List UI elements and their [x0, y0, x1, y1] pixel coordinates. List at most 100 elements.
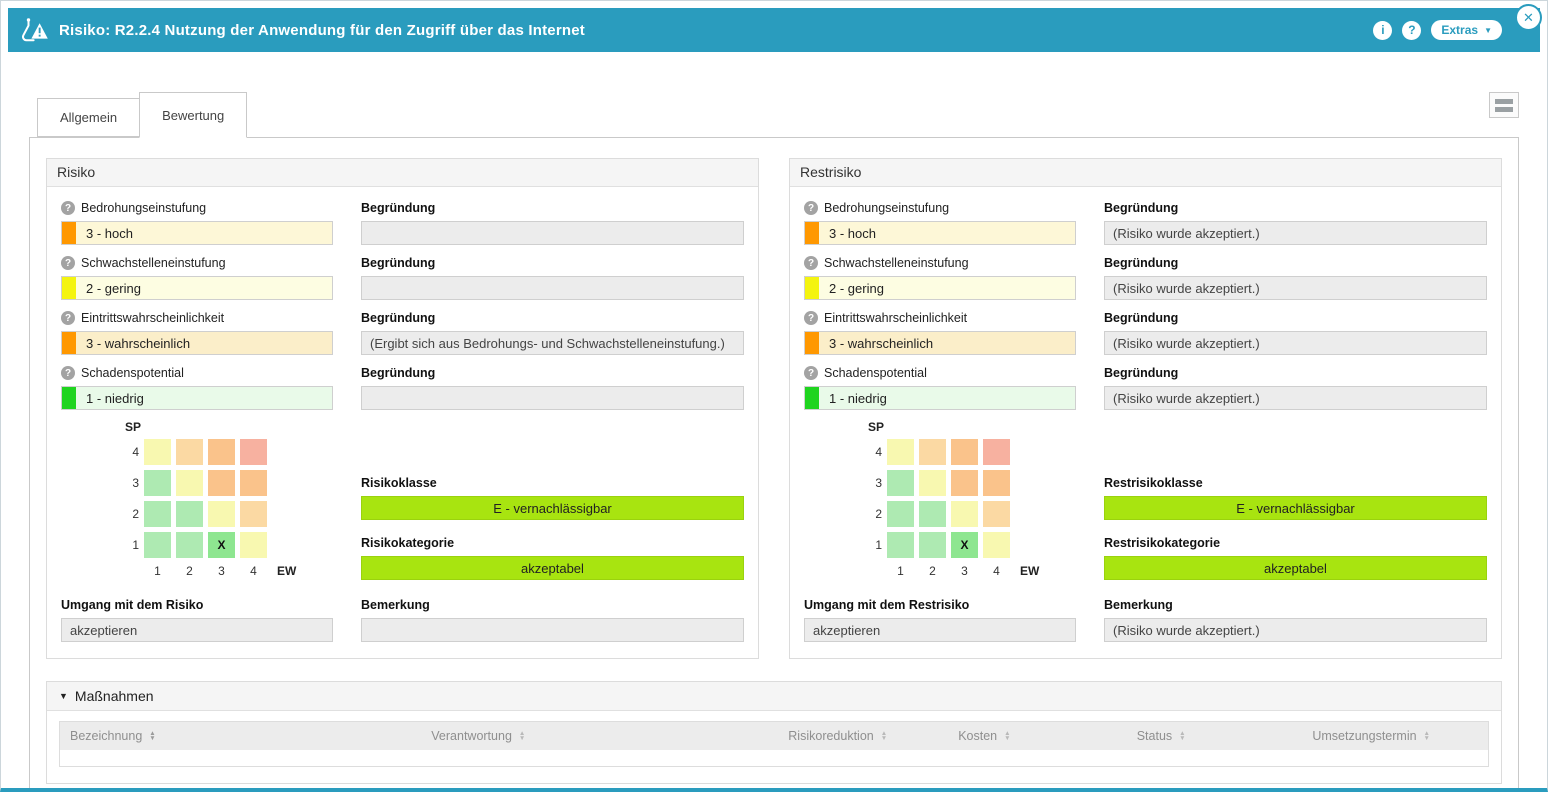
rating-value: 3 - wahrscheinlich — [86, 336, 190, 351]
measures-section-header[interactable]: ▼ Maßnahmen — [47, 682, 1501, 711]
matrix-cell[interactable] — [144, 439, 171, 465]
matrix-cell[interactable] — [951, 439, 978, 465]
help-icon[interactable]: ? — [1402, 21, 1421, 40]
column-header-umsetzungstermin[interactable]: Umsetzungstermin▲▼ — [1302, 722, 1488, 750]
matrix-cell[interactable] — [919, 532, 946, 558]
rating-select[interactable]: 2 - gering — [804, 276, 1076, 300]
matrix-cell[interactable] — [144, 501, 171, 527]
rating-select[interactable]: 3 - hoch — [804, 221, 1076, 245]
extras-button[interactable]: Extras ▼ — [1431, 20, 1502, 40]
rating-label: Schwachstelleneinstufung — [81, 256, 226, 270]
matrix-cell[interactable] — [919, 470, 946, 496]
column-header-kosten[interactable]: Kosten▲▼ — [948, 722, 1127, 750]
info-icon[interactable]: i — [1373, 21, 1392, 40]
matrix-x-axis: 1234EW — [123, 562, 333, 580]
matrix-cell[interactable] — [983, 439, 1010, 465]
matrix-cell[interactable]: X — [951, 532, 978, 558]
matrix-cell[interactable] — [208, 439, 235, 465]
rating-select[interactable]: 1 - niedrig — [804, 386, 1076, 410]
rating-select[interactable]: 3 - wahrscheinlich — [61, 331, 333, 355]
matrix-cell[interactable]: X — [208, 532, 235, 558]
help-icon[interactable]: ? — [804, 311, 818, 325]
help-icon[interactable]: ? — [804, 201, 818, 215]
rating-color-bar — [62, 387, 76, 409]
risk-handling-field[interactable]: akzeptieren — [804, 618, 1076, 642]
rating-row: ?Bedrohungseinstufung3 - hochBegründung(… — [804, 199, 1487, 245]
matrix-cell[interactable] — [919, 501, 946, 527]
rating-value: 3 - hoch — [86, 226, 133, 241]
reason-cell: Begründung — [361, 199, 744, 245]
matrix-and-class-row: SP4321X1234EWRestrisikoklasseE - vernach… — [804, 420, 1487, 580]
matrix-cell[interactable] — [240, 501, 267, 527]
rating-row: ?Schwachstelleneinstufung2 - geringBegrü… — [61, 254, 744, 300]
help-icon[interactable]: ? — [804, 256, 818, 270]
matrix-cell[interactable] — [176, 439, 203, 465]
tab-bewertung[interactable]: Bewertung — [139, 92, 247, 138]
rating-select[interactable]: 2 - gering — [61, 276, 333, 300]
matrix-cell[interactable] — [919, 439, 946, 465]
column-header-status[interactable]: Status▲▼ — [1127, 722, 1303, 750]
reason-field[interactable]: (Risiko wurde akzeptiert.) — [1104, 331, 1487, 355]
matrix-cell[interactable] — [240, 532, 267, 558]
window-title: Risiko: R2.2.4 Nutzung der Anwendung für… — [59, 22, 585, 39]
tab-allgemein[interactable]: Allgemein — [37, 98, 140, 137]
remark-field[interactable] — [361, 618, 744, 642]
column-header-risikoreduktion[interactable]: Risikoreduktion▲▼ — [778, 722, 948, 750]
matrix-row-label: 4 — [123, 445, 139, 459]
rating-select[interactable]: 1 - niedrig — [61, 386, 333, 410]
help-icon[interactable]: ? — [61, 201, 75, 215]
matrix-cell[interactable] — [176, 470, 203, 496]
matrix-cell[interactable] — [983, 470, 1010, 496]
matrix-cell[interactable] — [951, 501, 978, 527]
rating-label: Eintrittswahrscheinlichkeit — [824, 311, 967, 325]
view-toggle-button[interactable] — [1489, 92, 1519, 118]
close-button[interactable]: ✕ — [1515, 4, 1542, 31]
matrix-cell[interactable] — [176, 501, 203, 527]
reason-field[interactable]: (Risiko wurde akzeptiert.) — [1104, 276, 1487, 300]
column-header-verantwortung[interactable]: Verantwortung▲▼ — [421, 722, 778, 750]
matrix-cell[interactable] — [887, 470, 914, 496]
rating-row: ?Bedrohungseinstufung3 - hochBegründung — [61, 199, 744, 245]
column-header-bezeichnung[interactable]: Bezeichnung▲▼ — [60, 722, 421, 750]
reason-field[interactable] — [361, 386, 744, 410]
matrix-cell[interactable] — [983, 501, 1010, 527]
help-icon[interactable]: ? — [61, 366, 75, 380]
reason-field[interactable]: (Risiko wurde akzeptiert.) — [1104, 221, 1487, 245]
matrix-cell[interactable] — [208, 470, 235, 496]
matrix-cell[interactable] — [144, 470, 171, 496]
help-icon[interactable]: ? — [61, 311, 75, 325]
rating-row: ? Eintrittswahrscheinlichkeit 3 - wahrsche… — [804, 309, 1487, 355]
rating-value: 2 - gering — [829, 281, 884, 296]
reason-label: Begründung — [361, 309, 744, 327]
remark-field[interactable]: (Risiko wurde akzeptiert.) — [1104, 618, 1487, 642]
matrix-cell[interactable] — [887, 532, 914, 558]
reason-field[interactable]: (Ergibt sich aus Bedrohungs- und Schwach… — [361, 331, 744, 355]
matrix-cell[interactable] — [887, 501, 914, 527]
matrix-cell[interactable] — [144, 532, 171, 558]
reason-label: Begründung — [1104, 254, 1487, 272]
chevron-down-icon: ▼ — [1484, 26, 1492, 35]
risk-handling-field[interactable]: akzeptieren — [61, 618, 333, 642]
matrix-cell[interactable] — [887, 439, 914, 465]
rating-select[interactable]: 3 - wahrscheinlich — [804, 331, 1076, 355]
help-icon[interactable]: ? — [804, 366, 818, 380]
remark-cell: Bemerkung — [361, 596, 744, 642]
matrix-cell[interactable] — [240, 470, 267, 496]
matrix-cell[interactable] — [240, 439, 267, 465]
reason-label: Begründung — [1104, 309, 1487, 327]
matrix-row-label: 1 — [866, 538, 882, 552]
matrix-cell[interactable] — [208, 501, 235, 527]
rating-select[interactable]: 3 - hoch — [61, 221, 333, 245]
rating-row: ?Schadenspotential1 - niedrigBegründung(… — [804, 364, 1487, 410]
help-icon[interactable]: ? — [61, 256, 75, 270]
matrix-cell[interactable] — [983, 532, 1010, 558]
matrix-cell[interactable] — [176, 532, 203, 558]
matrix-ew-axis-label: EW — [1020, 564, 1039, 578]
risk-matrix: SP4321X1234EW — [123, 420, 333, 580]
reason-field[interactable] — [361, 221, 744, 245]
reason-field[interactable] — [361, 276, 744, 300]
remark-label: Bemerkung — [1104, 596, 1487, 614]
rating-row: ?Eintrittswahrscheinlichkeit3 - wahrsche… — [61, 309, 744, 355]
matrix-cell[interactable] — [951, 470, 978, 496]
reason-field[interactable]: (Risiko wurde akzeptiert.) — [1104, 386, 1487, 410]
